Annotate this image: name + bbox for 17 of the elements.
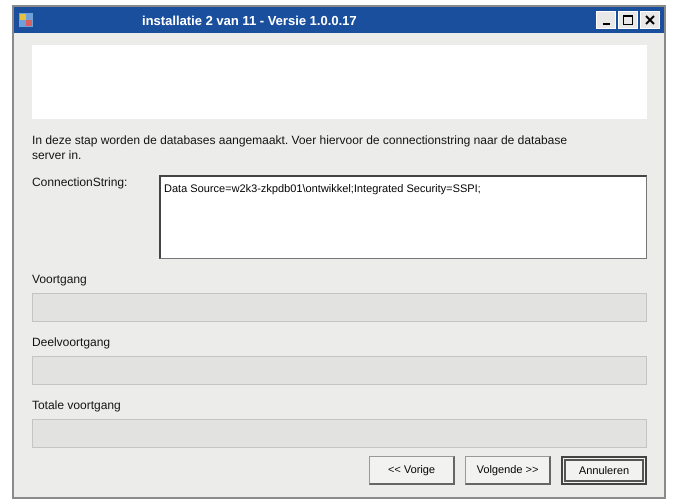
maximize-icon [623,15,633,25]
progress-label: Deelvoortgang [32,334,112,350]
minimize-icon [602,23,610,25]
wizard-button[interactable]: Annuleren [561,456,647,485]
minimize-button[interactable] [596,11,616,29]
wizard-button[interactable]: << Vorige [369,456,455,485]
connection-string-label: ConnectionString: [32,175,128,191]
connection-string-field[interactable]: Data Source=w2k3-zkpdb01\ontwikkel;Integrated Security=SSPI; [159,175,647,259]
instruction-text: In deze stap worden de databases aangemaakt. Voer hiervoor de connectionstring naar de database server in. [32,133,568,163]
close-button[interactable] [640,11,660,29]
progress-label: Totale voortgang [32,397,122,413]
maximize-button[interactable] [618,11,638,29]
close-icon [645,15,655,25]
wizard-button[interactable]: Volgende >> [465,456,551,485]
window-title: installatie 2 van 11 - Versie 1.0.0.17 [142,12,358,28]
progress-label: Voortgang [32,271,88,287]
app-icon [18,12,34,28]
